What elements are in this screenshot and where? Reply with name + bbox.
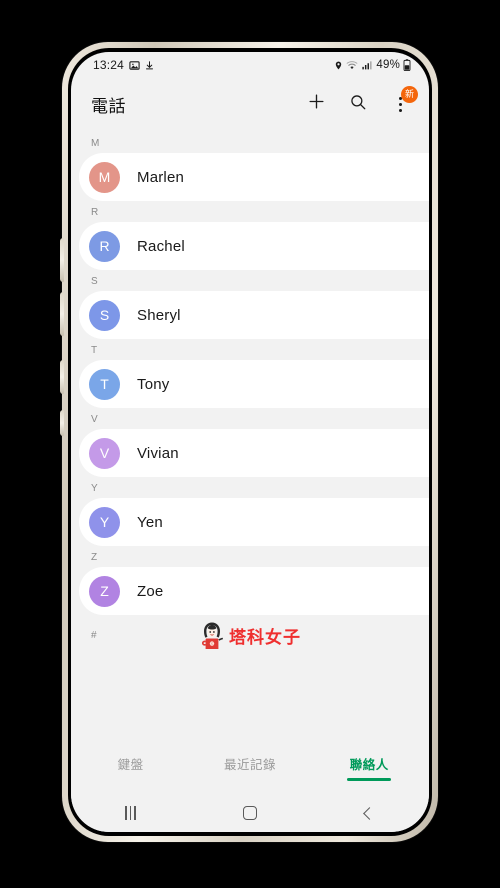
home-button[interactable]	[227, 800, 273, 826]
tab-keypad[interactable]: 鍵盤	[96, 754, 166, 781]
signal-icon	[361, 60, 372, 71]
watermark: 3C 塔科女子	[71, 620, 429, 650]
contact-name: Vivian	[137, 444, 179, 462]
back-icon	[362, 806, 376, 820]
add-contact-button[interactable]	[303, 91, 329, 117]
search-icon	[349, 93, 367, 116]
svg-text:3C: 3C	[210, 642, 213, 646]
download-icon	[145, 60, 154, 71]
section-header-r: R	[91, 207, 99, 218]
index-footer-row: # 3C 塔科女子	[71, 615, 429, 655]
avatar: S	[89, 299, 120, 331]
contact-name: Sheryl	[137, 306, 181, 324]
list-item[interactable]: S Sheryl	[79, 291, 429, 339]
status-bar-left: 13:24	[93, 58, 154, 72]
section-header-v: V	[91, 414, 99, 425]
recents-button[interactable]	[108, 800, 154, 826]
tab-recents[interactable]: 最近記錄	[215, 754, 285, 781]
watermark-text: 塔科女子	[229, 627, 301, 647]
app-header: 電話 新	[71, 78, 429, 130]
avatar: R	[89, 230, 120, 262]
list-item[interactable]: V Vivian	[79, 429, 429, 477]
list-item[interactable]: M Marlen	[79, 153, 429, 201]
recents-icon	[125, 806, 137, 820]
status-time: 13:24	[93, 58, 125, 72]
contact-list[interactable]: M M Marlen R R Rachel S S Sheryl T T Ton…	[71, 130, 429, 750]
avatar: Z	[89, 575, 120, 607]
status-badge: 新	[401, 86, 418, 103]
page-title: 電話	[91, 96, 126, 116]
image-icon	[129, 60, 140, 71]
tab-label: 最近記錄	[223, 758, 276, 772]
contact-name: Zoe	[137, 582, 164, 600]
section-header-t: T	[91, 345, 98, 356]
wifi-icon	[346, 60, 358, 71]
tab-underline	[347, 778, 392, 781]
contact-name: Tony	[137, 375, 170, 393]
volume-down-button[interactable]	[60, 292, 64, 336]
contact-name: Yen	[137, 513, 163, 531]
phone-bezel: 13:24 49% 電話 新 M M Marlen R R Rachel S S…	[68, 48, 432, 836]
section-header-z: Z	[91, 552, 98, 563]
header-actions: 新	[303, 86, 418, 117]
kebab-menu-icon	[398, 96, 402, 112]
tab-underline	[109, 778, 153, 781]
phone-screen: 13:24 49% 電話 新 M M Marlen R R Rachel S S…	[71, 52, 429, 832]
status-bar-right: 49%	[334, 59, 411, 71]
tab-underline	[228, 778, 272, 781]
tab-label: 聯絡人	[349, 758, 389, 772]
home-icon	[242, 806, 257, 820]
contact-name: Rachel	[137, 237, 185, 255]
plus-icon	[307, 92, 326, 116]
index-hash-label: #	[91, 629, 97, 641]
android-nav-bar	[71, 794, 429, 832]
list-item[interactable]: T Tony	[79, 360, 429, 408]
section-header-y: Y	[91, 483, 99, 494]
tab-label: 鍵盤	[117, 758, 144, 772]
bottom-tab-bar: 鍵盤 最近記錄 聯絡人	[71, 750, 429, 794]
list-item[interactable]: R Rachel	[79, 222, 429, 270]
section-header-s: S	[91, 276, 99, 287]
screenshot-root: 13:24 49% 電話 新 M M Marlen R R Rachel S S…	[0, 0, 500, 888]
more-options-button[interactable]: 新	[387, 86, 418, 117]
power-button[interactable]	[60, 360, 64, 394]
contact-name: Marlen	[137, 168, 185, 186]
avatar: M	[89, 161, 120, 193]
list-item[interactable]: Y Yen	[79, 498, 429, 546]
phone-device-frame: 13:24 49% 電話 新 M M Marlen R R Rachel S S…	[60, 42, 438, 842]
avatar: V	[89, 437, 120, 469]
girl-with-mug-icon: 3C	[202, 622, 223, 649]
section-header-m: M	[91, 138, 100, 149]
search-button[interactable]	[345, 91, 371, 117]
volume-up-button[interactable]	[60, 238, 64, 282]
tab-contacts[interactable]: 聯絡人	[334, 754, 404, 781]
location-icon	[334, 60, 343, 71]
avatar: Y	[89, 506, 120, 538]
side-key-button[interactable]	[60, 410, 64, 436]
status-bar: 13:24 49%	[71, 52, 429, 78]
battery-percent: 49%	[376, 59, 400, 71]
avatar: T	[89, 368, 120, 400]
battery-icon	[403, 59, 411, 71]
list-item[interactable]: Z Zoe	[79, 567, 429, 615]
back-button[interactable]	[346, 800, 392, 826]
